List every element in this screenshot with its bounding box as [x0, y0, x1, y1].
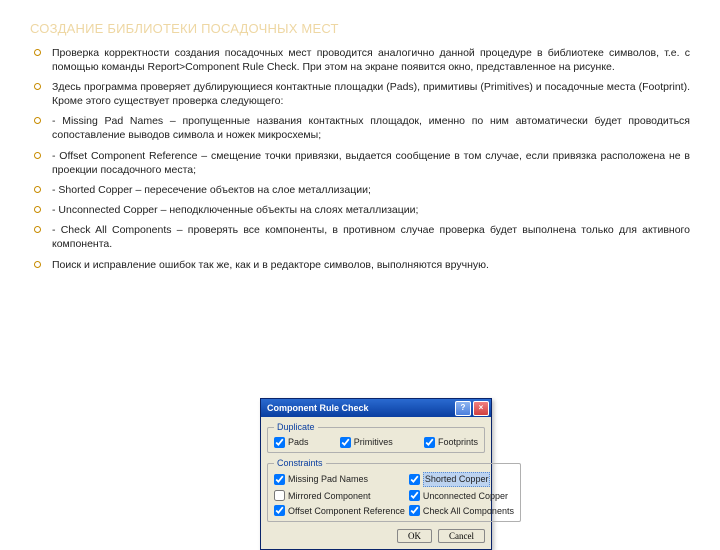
primitives-label: Primitives — [354, 436, 393, 448]
component-rule-check-dialog: Component Rule Check ? × Duplicate Pads … — [260, 398, 492, 550]
footprints-label: Footprints — [438, 436, 478, 448]
dialog-title: Component Rule Check — [267, 402, 453, 414]
list-item: Поиск и исправление ошибок так же, как и… — [30, 258, 690, 272]
list-item: - Check All Components – проверять все к… — [30, 223, 690, 251]
help-button[interactable]: ? — [455, 401, 471, 416]
constraints-legend: Constraints — [274, 457, 326, 469]
list-item: Здесь программа проверяет дублирующиеся … — [30, 80, 690, 108]
footprints-checkbox[interactable]: Footprints — [424, 436, 478, 448]
dialog-titlebar: Component Rule Check ? × — [261, 399, 491, 417]
checkall-label: Check All Components — [423, 505, 514, 517]
unconnected-copper-checkbox[interactable]: Unconnected Copper — [409, 490, 514, 502]
list-item: - Shorted Copper – пересечение объектов … — [30, 183, 690, 197]
page-title: СОЗДАНИЕ БИБЛИОТЕКИ ПОСАДОЧНЫХ МЕСТ — [30, 20, 690, 38]
pads-label: Pads — [288, 436, 309, 448]
close-button[interactable]: × — [473, 401, 489, 416]
cancel-button[interactable]: Cancel — [438, 529, 485, 543]
list-item: - Unconnected Copper – неподключенные об… — [30, 203, 690, 217]
list-item: - Offset Component Reference – смещение … — [30, 149, 690, 177]
duplicate-group: Duplicate Pads Primitives Footprints — [267, 421, 485, 453]
list-item: Проверка корректности создания посадочны… — [30, 46, 690, 74]
bullet-list: Проверка корректности создания посадочны… — [30, 46, 690, 272]
list-item: - Missing Pad Names – пропущенные назван… — [30, 114, 690, 142]
unconnected-label: Unconnected Copper — [423, 490, 508, 502]
check-all-components-checkbox[interactable]: Check All Components — [409, 505, 514, 517]
missing-label: Missing Pad Names — [288, 473, 368, 485]
shorted-label: Shorted Copper — [423, 472, 491, 486]
primitives-checkbox[interactable]: Primitives — [340, 436, 393, 448]
offset-label: Offset Component Reference — [288, 505, 405, 517]
missing-pad-names-checkbox[interactable]: Missing Pad Names — [274, 472, 405, 486]
pads-checkbox[interactable]: Pads — [274, 436, 309, 448]
ok-button[interactable]: OK — [397, 529, 432, 543]
duplicate-legend: Duplicate — [274, 421, 318, 433]
offset-reference-checkbox[interactable]: Offset Component Reference — [274, 505, 405, 517]
mirrored-label: Mirrored Component — [288, 490, 371, 502]
shorted-copper-checkbox[interactable]: Shorted Copper — [409, 472, 514, 486]
constraints-group: Constraints Missing Pad Names Shorted Co… — [267, 457, 521, 522]
mirrored-component-checkbox[interactable]: Mirrored Component — [274, 490, 405, 502]
